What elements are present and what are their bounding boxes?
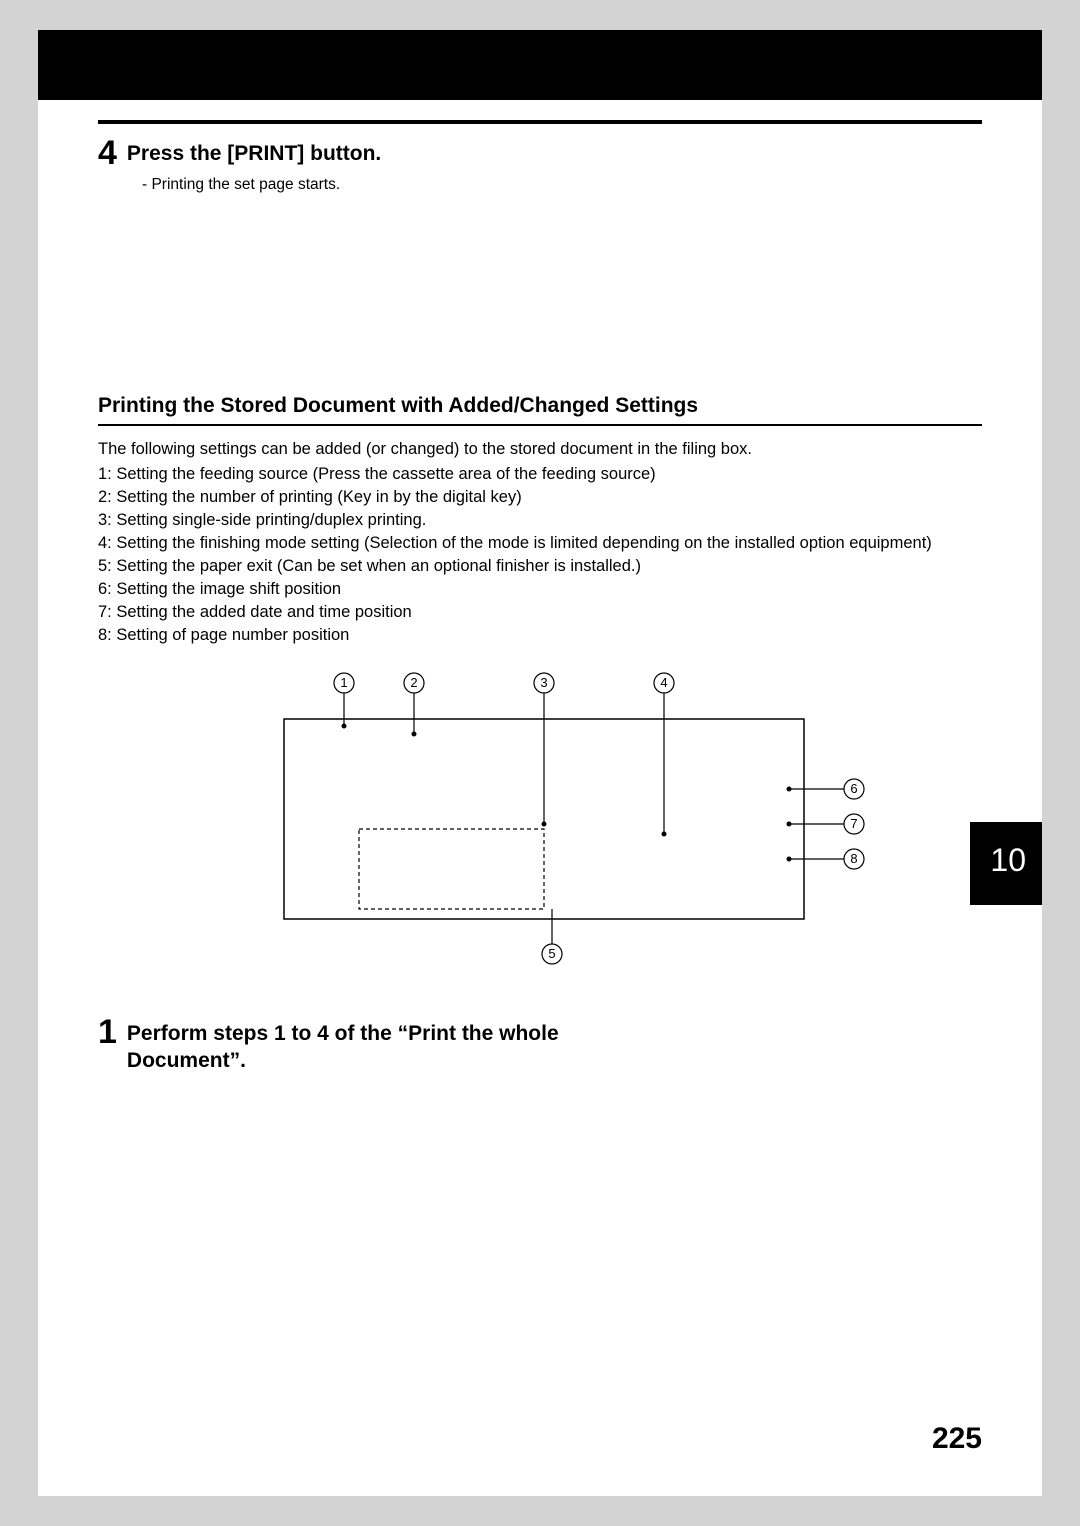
page-number: 225 xyxy=(932,1422,982,1456)
step-4: 4 Press the [PRINT] button. xyxy=(98,136,982,170)
section-heading: Printing the Stored Document with Added/… xyxy=(98,394,982,418)
diagram-label-6: 6 xyxy=(850,781,857,796)
callout-diagram: 1 2 3 4 6 xyxy=(204,669,884,969)
diagram-label-3: 3 xyxy=(540,675,547,690)
chapter-tab: 10 xyxy=(970,822,1042,905)
diagram-label-2: 2 xyxy=(410,675,417,690)
diagram-label-4: 4 xyxy=(660,675,667,690)
section-intro: The following settings can be added (or … xyxy=(98,440,982,459)
horizontal-rule-thick xyxy=(98,120,982,124)
step-number: 4 xyxy=(98,136,117,170)
step-title: Perform steps 1 to 4 of the “Print the w… xyxy=(127,1015,563,1074)
diagram-label-1: 1 xyxy=(340,675,347,690)
setting-item-1: 1: Setting the feeding source (Press the… xyxy=(98,463,982,486)
content-area: 4 Press the [PRINT] button. - Printing t… xyxy=(38,30,1042,1074)
setting-item-7: 7: Setting the added date and time posit… xyxy=(98,601,982,624)
setting-item-2: 2: Setting the number of printing (Key i… xyxy=(98,486,982,509)
diagram-label-8: 8 xyxy=(850,851,857,866)
setting-item-3: 3: Setting single-side printing/duplex p… xyxy=(98,509,982,532)
step-number: 1 xyxy=(98,1015,117,1049)
setting-item-4: 4: Setting the finishing mode setting (S… xyxy=(98,532,982,555)
diagram-label-5: 5 xyxy=(548,946,555,961)
step-sub-item: - Printing the set page starts. xyxy=(142,176,982,194)
document-page: 4 Press the [PRINT] button. - Printing t… xyxy=(38,30,1042,1496)
setting-item-8: 8: Setting of page number position xyxy=(98,624,982,647)
setting-item-5: 5: Setting the paper exit (Can be set wh… xyxy=(98,555,982,578)
step-1-perform: 1 Perform steps 1 to 4 of the “Print the… xyxy=(98,1015,563,1074)
header-black-bar xyxy=(38,30,1042,100)
horizontal-rule-thin xyxy=(98,424,982,426)
diagram-label-7: 7 xyxy=(850,816,857,831)
step-title: Press the [PRINT] button. xyxy=(127,136,381,166)
setting-item-6: 6: Setting the image shift position xyxy=(98,578,982,601)
